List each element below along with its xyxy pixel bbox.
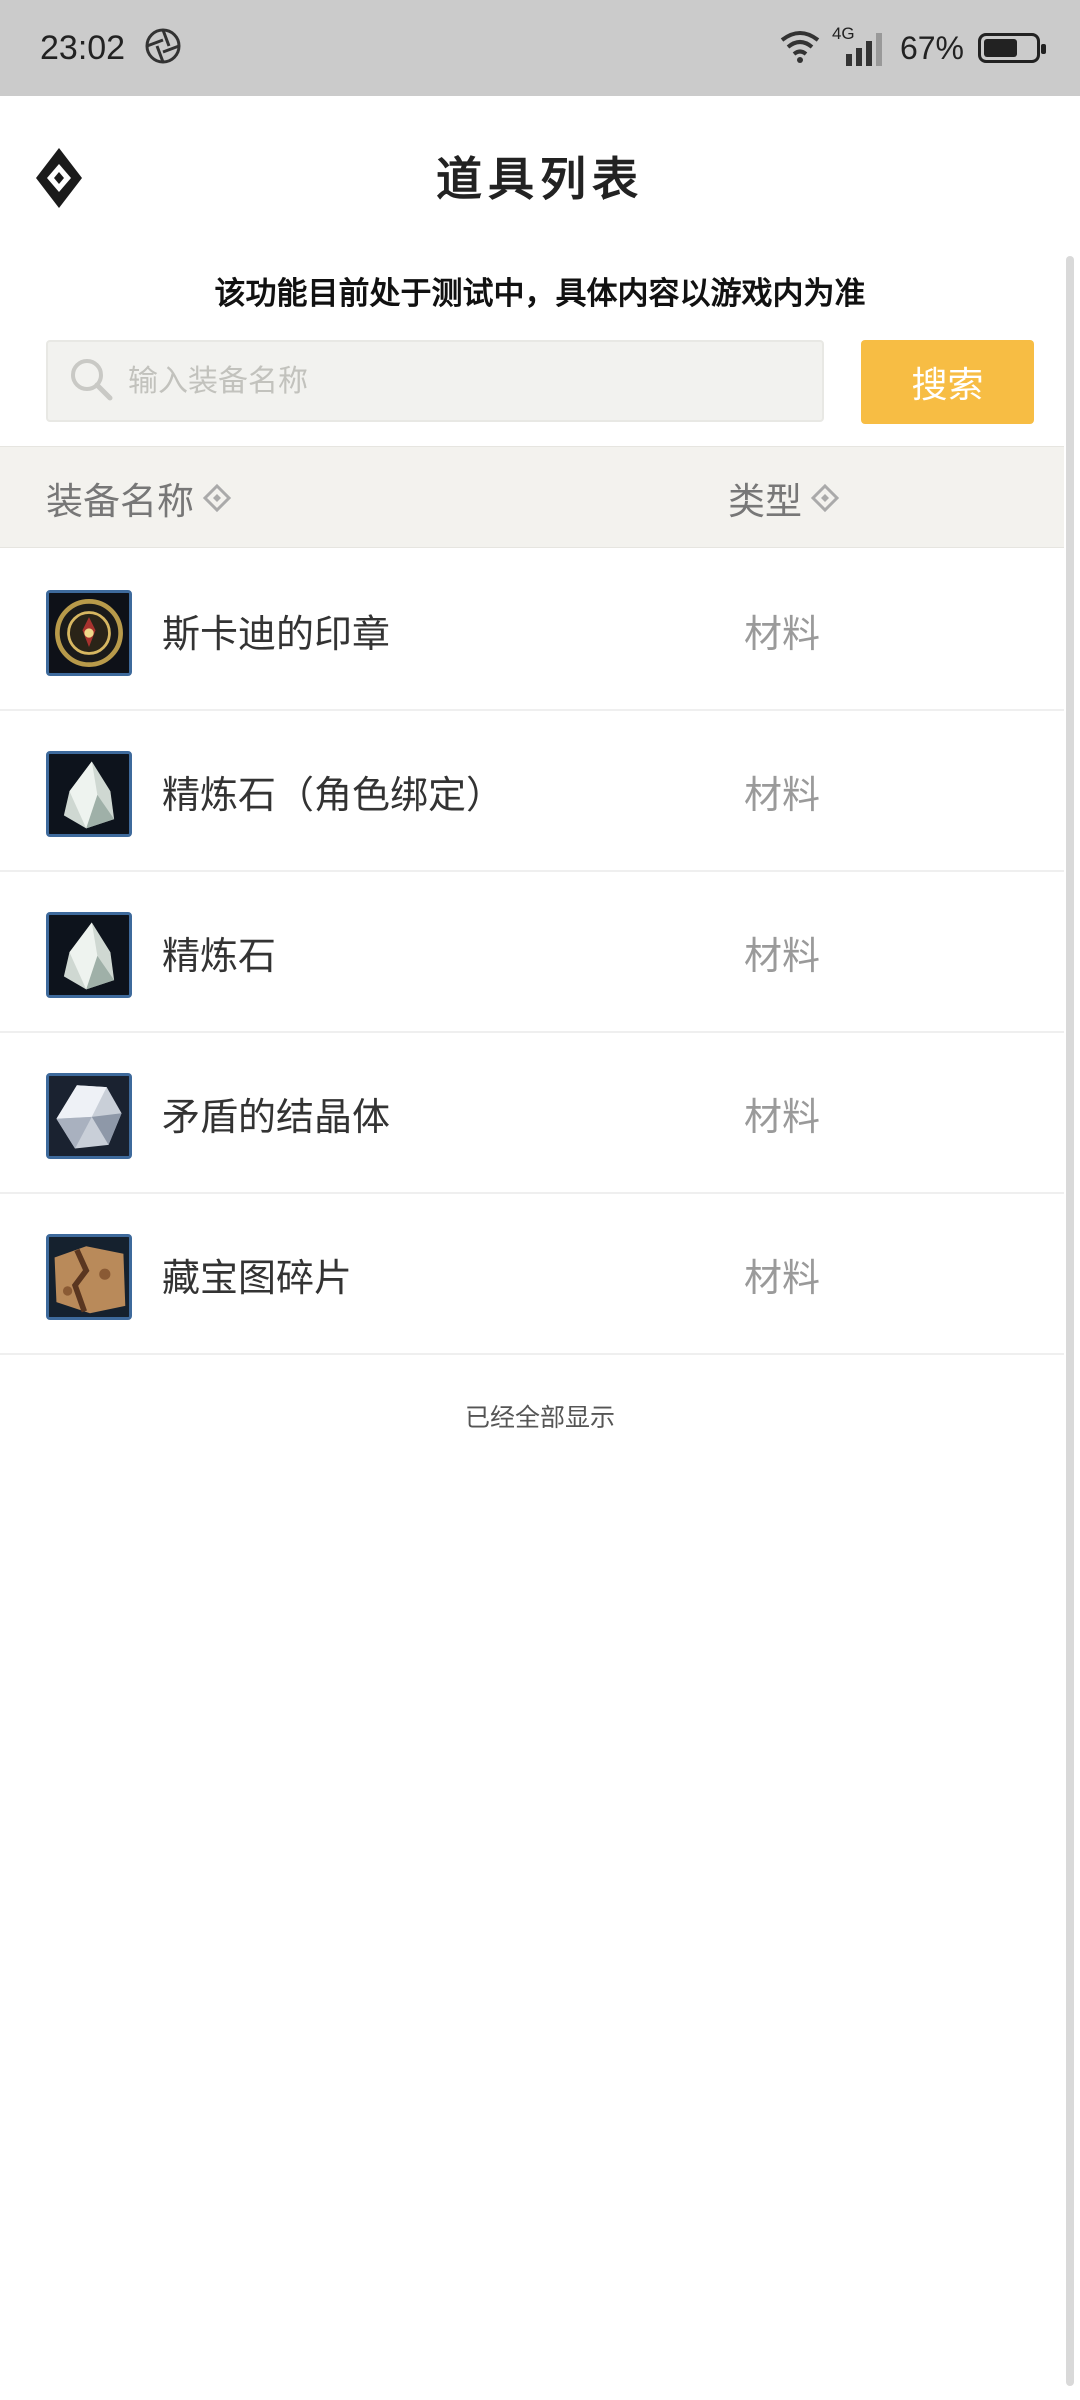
column-header-name[interactable]: 装备名称 xyxy=(46,447,232,549)
item-type: 材料 xyxy=(744,773,821,817)
list-end-message: 已经全部显示 xyxy=(464,1403,615,1432)
refine-stone-icon xyxy=(46,751,132,837)
scrollbar[interactable] xyxy=(1066,256,1074,2386)
sort-icon xyxy=(202,483,232,513)
item-type: 材料 xyxy=(744,612,821,656)
page-title: 道具列表 xyxy=(436,152,644,206)
status-bar-right: 4G 67% xyxy=(778,24,1046,68)
cellular-signal-icon: 4G xyxy=(832,24,890,68)
item-name: 藏宝图碎片 xyxy=(162,1256,353,1300)
table-row[interactable]: 斯卡迪的印章 材料 xyxy=(0,550,1064,711)
status-time: 23:02 xyxy=(40,28,126,67)
battery-fill xyxy=(984,39,1018,57)
battery-percent: 67% xyxy=(899,29,964,66)
search-button[interactable]: 搜索 xyxy=(861,340,1034,424)
item-name: 斯卡迪的印章 xyxy=(162,612,391,656)
crystal-icon xyxy=(46,1073,132,1159)
seal-icon xyxy=(46,590,132,676)
status-bar: 23:02 4G 67% xyxy=(0,0,1080,96)
item-name: 精炼石 xyxy=(162,934,277,978)
aperture-icon xyxy=(143,26,183,70)
diamond-logo-icon[interactable] xyxy=(34,146,84,210)
table-row[interactable]: 藏宝图碎片 材料 xyxy=(0,1194,1064,1355)
search-input[interactable] xyxy=(128,363,788,399)
sort-icon xyxy=(810,483,840,513)
column-header-name-label: 装备名称 xyxy=(46,480,194,523)
test-notice: 该功能目前处于测试中，具体内容以游戏内为准 xyxy=(214,276,866,312)
search-icon xyxy=(68,356,114,406)
column-header-type-label: 类型 xyxy=(728,480,802,523)
item-type: 材料 xyxy=(744,1256,821,1300)
table-row[interactable]: 精炼石（角色绑定） 材料 xyxy=(0,711,1064,872)
item-name: 矛盾的结晶体 xyxy=(162,1095,391,1139)
item-list: 斯卡迪的印章 材料 精炼石（角色绑定） 材料 精炼石 材料 矛盾的结晶体 材料 … xyxy=(0,550,1064,1355)
page-header: 道具列表 xyxy=(0,96,1080,256)
status-bar-left: 23:02 xyxy=(40,26,183,70)
item-name: 精炼石（角色绑定） xyxy=(162,773,505,817)
item-type: 材料 xyxy=(744,1095,821,1139)
table-row[interactable]: 精炼石 材料 xyxy=(0,872,1064,1033)
item-type: 材料 xyxy=(744,934,821,978)
wifi-icon xyxy=(778,28,822,68)
battery-icon xyxy=(978,33,1046,63)
search-bar[interactable] xyxy=(46,340,824,422)
refine-stone-icon xyxy=(46,912,132,998)
table-row[interactable]: 矛盾的结晶体 材料 xyxy=(0,1033,1064,1194)
treasure-map-fragment-icon xyxy=(46,1234,132,1320)
column-header-type[interactable]: 类型 xyxy=(728,447,840,549)
table-header: 装备名称 类型 xyxy=(0,446,1064,548)
